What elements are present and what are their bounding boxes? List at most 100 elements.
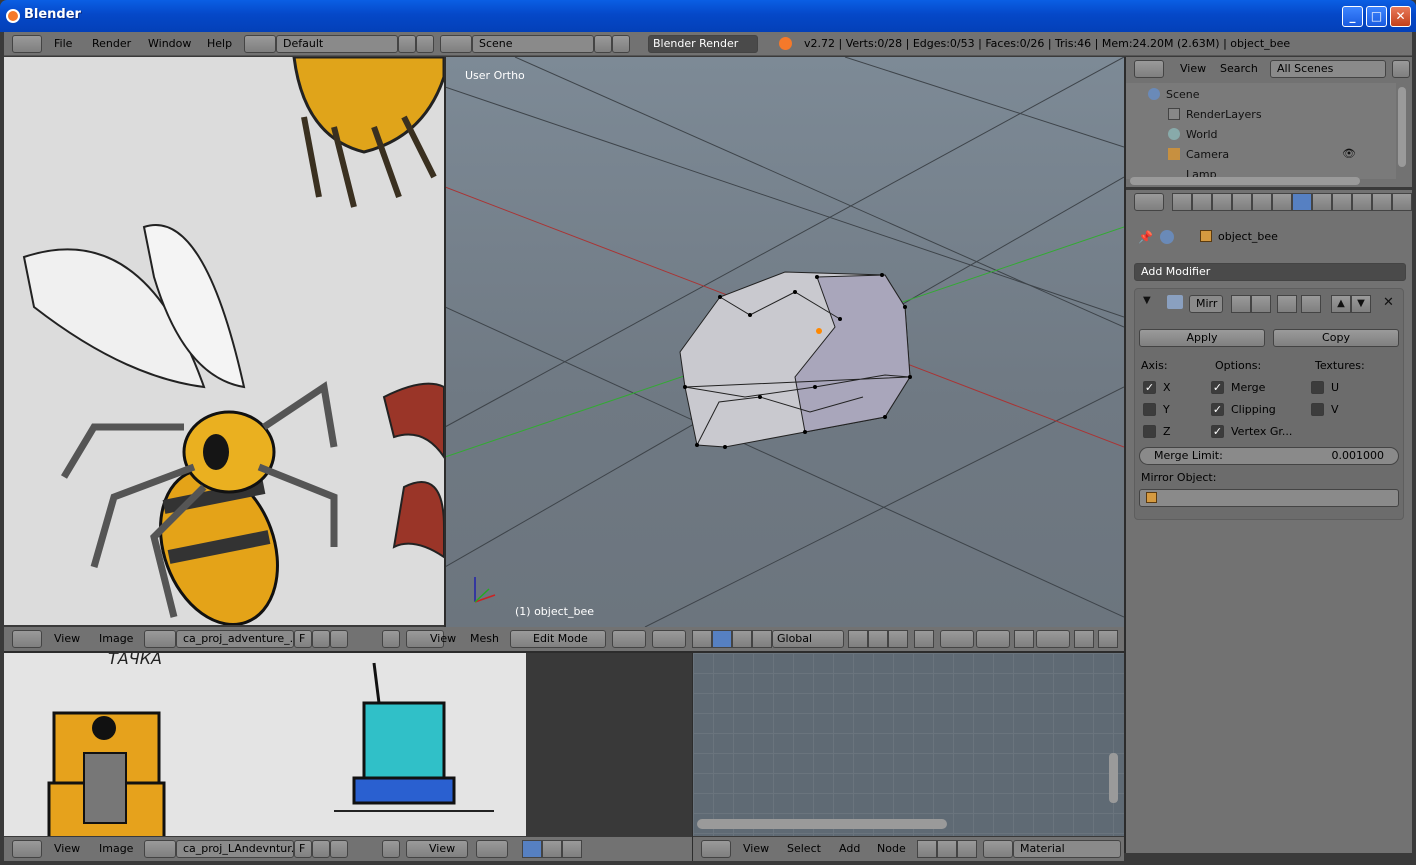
scene-browse-icon[interactable] xyxy=(440,35,472,53)
scene-remove-icon[interactable] xyxy=(612,35,630,53)
z-buffer-icon[interactable] xyxy=(562,840,582,858)
apply-button[interactable]: Apply xyxy=(1139,329,1265,347)
scene-tab-icon[interactable] xyxy=(1212,193,1232,211)
menu-view[interactable]: View xyxy=(54,842,80,855)
fake-user-button[interactable]: F xyxy=(294,840,312,858)
image-browse-icon[interactable] xyxy=(144,840,176,858)
world-tab-icon[interactable] xyxy=(1232,193,1252,211)
snap-element-icon[interactable] xyxy=(1036,630,1070,648)
close-button[interactable]: ✕ xyxy=(1390,6,1411,27)
menu-view[interactable]: View xyxy=(430,632,460,645)
fake-user-button[interactable]: F xyxy=(294,630,312,648)
tree-item-renderlayers[interactable]: RenderLayers xyxy=(1126,105,1336,125)
merge-checkbox[interactable]: ✓ xyxy=(1211,381,1224,394)
horizontal-scrollbar[interactable] xyxy=(1130,177,1360,185)
viewport-shading-icon[interactable] xyxy=(612,630,646,648)
material-tab-icon[interactable] xyxy=(1332,193,1352,211)
alpha-icon[interactable] xyxy=(542,840,562,858)
node-horizontal-scrollbar[interactable] xyxy=(697,819,947,829)
move-down-icon[interactable]: ▼ xyxy=(1351,295,1371,313)
layout-browse-icon[interactable] xyxy=(244,35,276,53)
layout-name-field[interactable]: Default xyxy=(276,35,398,53)
menu-image[interactable]: Image xyxy=(99,842,133,855)
pivot-icon[interactable] xyxy=(476,840,508,858)
menu-mesh[interactable]: Mesh xyxy=(470,632,499,645)
menu-node[interactable]: Node xyxy=(877,842,906,855)
menu-file[interactable]: File xyxy=(54,37,72,50)
menu-render[interactable]: Render xyxy=(92,37,131,50)
pivot-point-icon[interactable] xyxy=(652,630,686,648)
texture-v-checkbox[interactable] xyxy=(1311,403,1324,416)
unlink-icon[interactable] xyxy=(330,630,348,648)
unlink-icon[interactable] xyxy=(330,840,348,858)
render-toggle-icon[interactable] xyxy=(1231,295,1251,313)
material-browse-icon[interactable] xyxy=(983,840,1013,858)
image-name-field[interactable]: ca_proj_LAndevntur... xyxy=(176,840,294,858)
menu-select[interactable]: Select xyxy=(787,842,821,855)
particles-tab-icon[interactable] xyxy=(1372,193,1392,211)
area-separator[interactable] xyxy=(4,651,1124,653)
texture-nodes-icon[interactable] xyxy=(957,840,977,858)
tree-item-world[interactable]: World xyxy=(1126,125,1336,145)
copy-button[interactable]: Copy xyxy=(1273,329,1399,347)
physics-tab-icon[interactable] xyxy=(1392,193,1412,211)
move-up-icon[interactable]: ▲ xyxy=(1331,295,1351,313)
cage-toggle-icon[interactable] xyxy=(1301,295,1321,313)
menu-view[interactable]: View xyxy=(1180,62,1206,75)
rotate-icon[interactable] xyxy=(732,630,752,648)
maximize-button[interactable]: □ xyxy=(1366,6,1387,27)
pin-icon[interactable] xyxy=(382,630,400,648)
menu-add[interactable]: Add xyxy=(839,842,860,855)
add-modifier-dropdown[interactable]: Add Modifier xyxy=(1134,263,1406,281)
mode-dropdown[interactable]: Edit Mode xyxy=(510,630,606,648)
limit-selection-icon[interactable] xyxy=(914,630,934,648)
image-browse-icon[interactable] xyxy=(144,630,176,648)
mirror-object-field[interactable] xyxy=(1139,489,1399,507)
area-separator[interactable] xyxy=(1124,57,1126,853)
3d-viewport[interactable]: User Ortho (1) object_bee xyxy=(445,57,1124,627)
tree-item-camera[interactable]: Camera xyxy=(1126,145,1336,165)
orientation-dropdown[interactable]: Global xyxy=(772,630,844,648)
editor-type-icon[interactable] xyxy=(1134,60,1164,78)
clipping-checkbox[interactable]: ✓ xyxy=(1211,403,1224,416)
menu-search[interactable]: Search xyxy=(1220,62,1258,75)
area-separator[interactable] xyxy=(692,653,693,861)
open-folder-icon[interactable] xyxy=(312,840,330,858)
texture-tab-icon[interactable] xyxy=(1352,193,1372,211)
proportional-edit-icon[interactable] xyxy=(940,630,974,648)
node-editor[interactable] xyxy=(693,653,1124,836)
falloff-icon[interactable] xyxy=(976,630,1010,648)
scale-icon[interactable] xyxy=(752,630,772,648)
compositing-nodes-icon[interactable] xyxy=(937,840,957,858)
image-editor-bottom[interactable]: ТАЧКА xyxy=(4,653,526,836)
render-engine-dropdown[interactable]: Blender Render xyxy=(648,35,758,53)
layout-remove-icon[interactable] xyxy=(416,35,434,53)
menu-view[interactable]: View xyxy=(743,842,769,855)
render-opengl-icon[interactable] xyxy=(1074,630,1094,648)
draw-channels-icon[interactable] xyxy=(522,840,542,858)
translate-icon[interactable] xyxy=(712,630,732,648)
modifier-name-field[interactable]: Mirr xyxy=(1189,295,1223,313)
viewport-toggle-icon[interactable] xyxy=(1251,295,1271,313)
axis-y-checkbox[interactable] xyxy=(1143,403,1156,416)
axis-z-checkbox[interactable] xyxy=(1143,425,1156,438)
menu-window[interactable]: Window xyxy=(148,37,191,50)
snap-icon[interactable] xyxy=(1014,630,1034,648)
editor-type-icon[interactable] xyxy=(12,840,42,858)
menu-view[interactable]: View xyxy=(54,632,80,645)
view-mode-dropdown[interactable]: View xyxy=(406,840,468,858)
editor-type-icon[interactable] xyxy=(701,840,731,858)
editor-type-icon[interactable] xyxy=(1134,193,1164,211)
render-layers-tab-icon[interactable] xyxy=(1192,193,1212,211)
editor-type-icon[interactable] xyxy=(12,630,42,648)
node-vertical-scrollbar[interactable] xyxy=(1109,753,1118,803)
eye-icon[interactable]: 👁 xyxy=(1342,147,1356,160)
collapse-triangle-icon[interactable]: ▼ xyxy=(1143,295,1151,306)
remove-modifier-icon[interactable]: ✕ xyxy=(1383,295,1394,310)
image-name-field[interactable]: ca_proj_adventure_... xyxy=(176,630,294,648)
material-name-field[interactable]: Material xyxy=(1013,840,1121,858)
merge-limit-field[interactable]: Merge Limit: 0.001000 xyxy=(1139,447,1399,465)
shader-nodes-icon[interactable] xyxy=(917,840,937,858)
render-anim-icon[interactable] xyxy=(1098,630,1118,648)
search-icon[interactable] xyxy=(1392,60,1410,78)
